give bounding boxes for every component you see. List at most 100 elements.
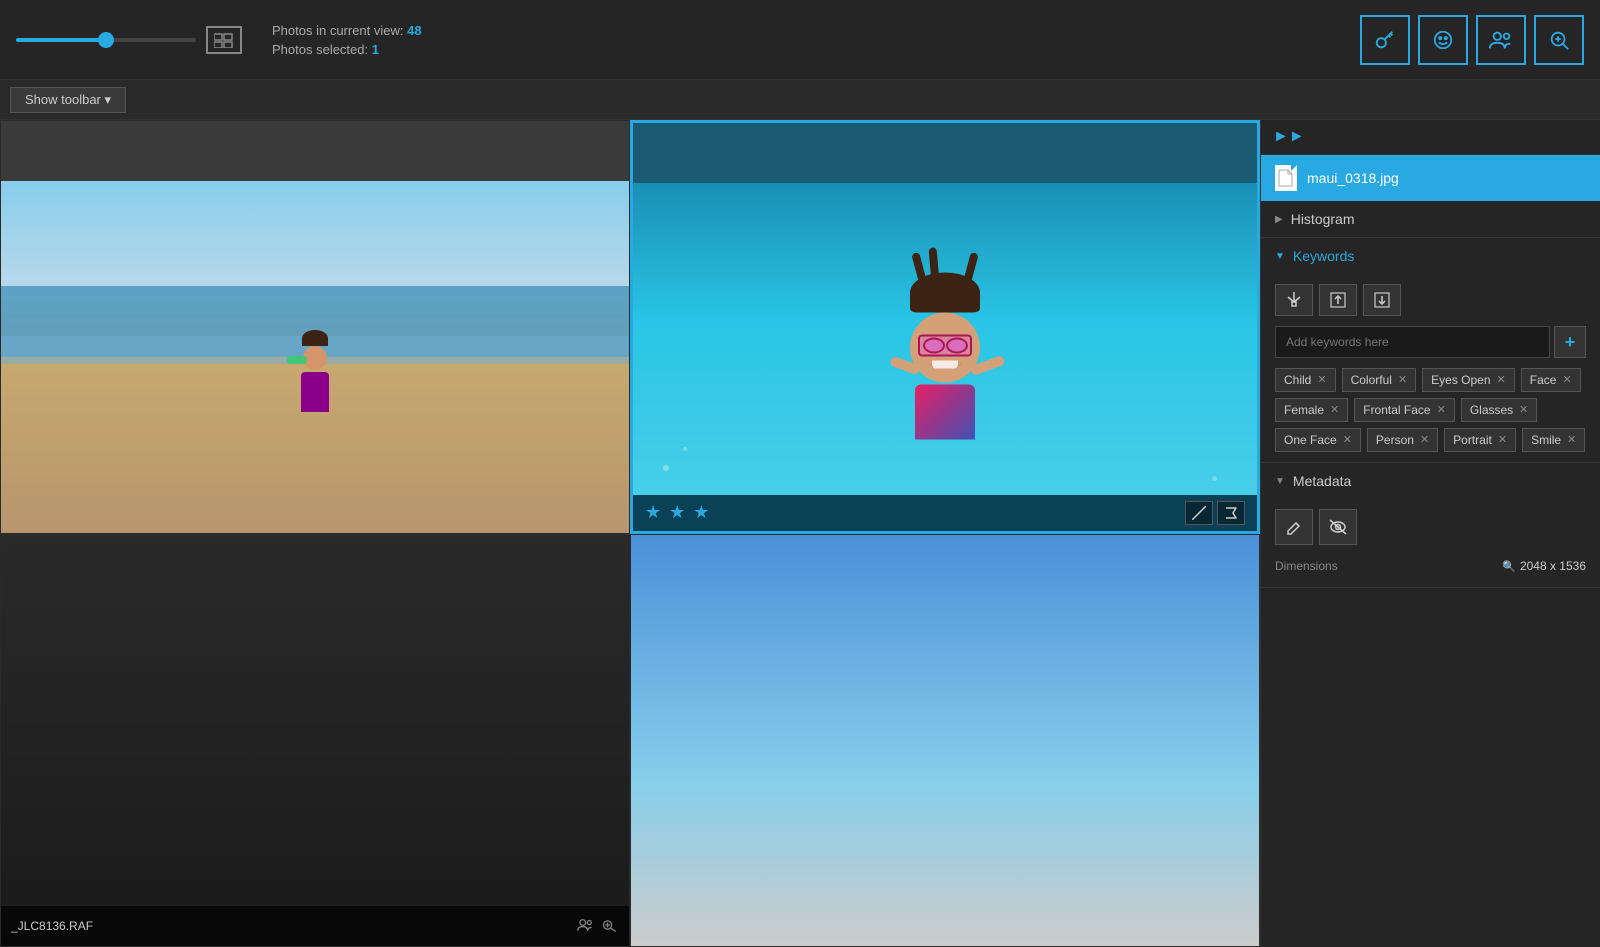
star-3[interactable]: ★	[693, 502, 709, 523]
add-keywords-row: +	[1275, 326, 1586, 358]
metadata-section: ▼ Metadata Dimensions 🔍 2048 x 1536	[1261, 463, 1600, 588]
add-keywords-input[interactable]	[1275, 326, 1550, 358]
keywords-label: Keywords	[1293, 248, 1354, 264]
dimensions-row: Dimensions 🔍 2048 x 1536	[1275, 555, 1586, 577]
tag-remove-btn[interactable]: ✕	[1562, 375, 1571, 386]
tag-remove-btn[interactable]: ✕	[1317, 375, 1326, 386]
keyword-tag: Frontal Face ✕	[1354, 398, 1455, 422]
photo-cell-bottom-right[interactable]	[630, 534, 1260, 947]
tag-remove-btn[interactable]: ✕	[1343, 435, 1352, 446]
metadata-arrow: ▼	[1275, 476, 1285, 487]
file-icon	[1275, 165, 1297, 191]
photos-in-view-label: Photos in current view: 48	[272, 23, 422, 38]
tag-remove-btn[interactable]: ✕	[1398, 375, 1407, 386]
keywords-header[interactable]: ▼ Keywords	[1261, 238, 1600, 274]
tag-label: Smile	[1531, 433, 1561, 447]
tag-label: Face	[1530, 373, 1557, 387]
show-toolbar-button[interactable]: Show toolbar ▾	[10, 87, 126, 113]
people-icon-btn[interactable]	[1476, 15, 1526, 65]
photo-cell-top-left[interactable]	[0, 120, 630, 534]
face-icon-btn[interactable]	[1418, 15, 1468, 65]
star-1[interactable]: ★	[645, 502, 661, 523]
keyword-actions	[1275, 284, 1586, 316]
tag-label: Eyes Open	[1431, 373, 1490, 387]
keywords-section: ▼ Keywords	[1261, 238, 1600, 463]
tag-label: Person	[1376, 433, 1414, 447]
tag-remove-btn[interactable]: ✕	[1519, 405, 1528, 416]
keyword-tag: Female ✕	[1275, 398, 1348, 422]
kw-upload-btn[interactable]	[1319, 284, 1357, 316]
toolbar-row: Show toolbar ▾	[0, 80, 1600, 120]
photo-grid: ★ ★ ★	[0, 120, 1260, 947]
top-icons	[1360, 15, 1584, 65]
metadata-label: Metadata	[1293, 473, 1351, 489]
keyword-tag: Colorful ✕	[1342, 368, 1417, 392]
meta-edit-btn[interactable]	[1275, 509, 1313, 545]
rating-bar: ★ ★ ★	[633, 495, 1257, 531]
metadata-content: Dimensions 🔍 2048 x 1536	[1261, 499, 1600, 587]
tag-remove-btn[interactable]: ✕	[1497, 375, 1506, 386]
cell-overlay-bottom-left: _JLC8136.RAF	[1, 906, 629, 946]
keyword-tag: Child ✕	[1275, 368, 1336, 392]
keyword-tag: Glasses ✕	[1461, 398, 1538, 422]
zoom-slider[interactable]	[16, 38, 196, 42]
keyword-tag: Face ✕	[1521, 368, 1581, 392]
metadata-actions	[1275, 509, 1586, 545]
meta-hide-btn[interactable]	[1319, 509, 1357, 545]
slider-area: Photos in current view: 48 Photos select…	[16, 23, 1360, 57]
keyword-tag: Smile ✕	[1522, 428, 1585, 452]
photos-selected-label: Photos selected: 1	[272, 42, 422, 57]
tag-remove-btn[interactable]: ✕	[1498, 435, 1507, 446]
rating-icons	[1185, 501, 1245, 525]
tag-remove-btn[interactable]: ✕	[1567, 435, 1576, 446]
tag-label: Child	[1284, 373, 1311, 387]
photo-cell-top-right-selected[interactable]: ★ ★ ★	[630, 120, 1260, 534]
tag-label: Glasses	[1470, 403, 1513, 417]
keyword-tags: Child✕Colorful✕Eyes Open✕Face✕Female✕Fro…	[1275, 368, 1586, 452]
file-header: maui_0318.jpg	[1261, 155, 1600, 201]
tag-remove-btn[interactable]: ✕	[1437, 405, 1446, 416]
dimensions-search-icon: 🔍	[1502, 560, 1516, 573]
key-icon-btn[interactable]	[1360, 15, 1410, 65]
tag-label: One Face	[1284, 433, 1337, 447]
dimensions-value: 🔍 2048 x 1536	[1502, 559, 1586, 573]
panel-fast-forward[interactable]: ►►	[1261, 120, 1600, 155]
photos-info: Photos in current view: 48 Photos select…	[272, 23, 422, 57]
flag-btn[interactable]	[1217, 501, 1245, 525]
tag-label: Colorful	[1351, 373, 1392, 387]
tag-label: Frontal Face	[1363, 403, 1430, 417]
histogram-section: ▶ Histogram	[1261, 201, 1600, 238]
search-icon-btn[interactable]	[1534, 15, 1584, 65]
people-overlay-icon[interactable]	[577, 917, 595, 936]
keyword-tag: One Face ✕	[1275, 428, 1361, 452]
tag-remove-btn[interactable]: ✕	[1330, 405, 1339, 416]
kw-download-btn[interactable]	[1363, 284, 1401, 316]
histogram-label: Histogram	[1291, 211, 1355, 227]
histogram-header[interactable]: ▶ Histogram	[1261, 201, 1600, 237]
star-2[interactable]: ★	[669, 502, 685, 523]
tag-remove-btn[interactable]: ✕	[1420, 435, 1429, 446]
cell-action-icons	[577, 917, 619, 936]
photos-selected-count: 1	[372, 42, 379, 57]
add-keyword-plus-btn[interactable]: +	[1554, 326, 1586, 358]
main-area: ★ ★ ★	[0, 120, 1600, 947]
tag-label: Portrait	[1453, 433, 1492, 447]
kw-hierarchy-btn[interactable]	[1275, 284, 1313, 316]
zoom-overlay-icon[interactable]	[601, 917, 619, 936]
right-panel: ►► maui_0318.jpg ▶ Histogram ▼ Keywords	[1260, 120, 1600, 947]
keyword-tag: Person ✕	[1367, 428, 1438, 452]
bottom-left-filename: _JLC8136.RAF	[11, 919, 93, 933]
dimensions-label: Dimensions	[1275, 559, 1338, 573]
metadata-header[interactable]: ▼ Metadata	[1261, 463, 1600, 499]
top-bar: Photos in current view: 48 Photos select…	[0, 0, 1600, 80]
keywords-content: + Child✕Colorful✕Eyes Open✕Face✕Female✕F…	[1261, 274, 1600, 462]
keyword-tag: Eyes Open ✕	[1422, 368, 1515, 392]
filename-label: maui_0318.jpg	[1307, 170, 1399, 186]
photos-in-view-count: 48	[407, 23, 421, 38]
photo-cell-bottom-left[interactable]: _JLC8136.RAF	[0, 534, 630, 947]
tag-label: Female	[1284, 403, 1324, 417]
keywords-arrow: ▼	[1275, 251, 1285, 262]
keyword-tag: Portrait ✕	[1444, 428, 1516, 452]
edit-rating-btn[interactable]	[1185, 501, 1213, 525]
thumbnail-size-icon	[206, 26, 242, 54]
